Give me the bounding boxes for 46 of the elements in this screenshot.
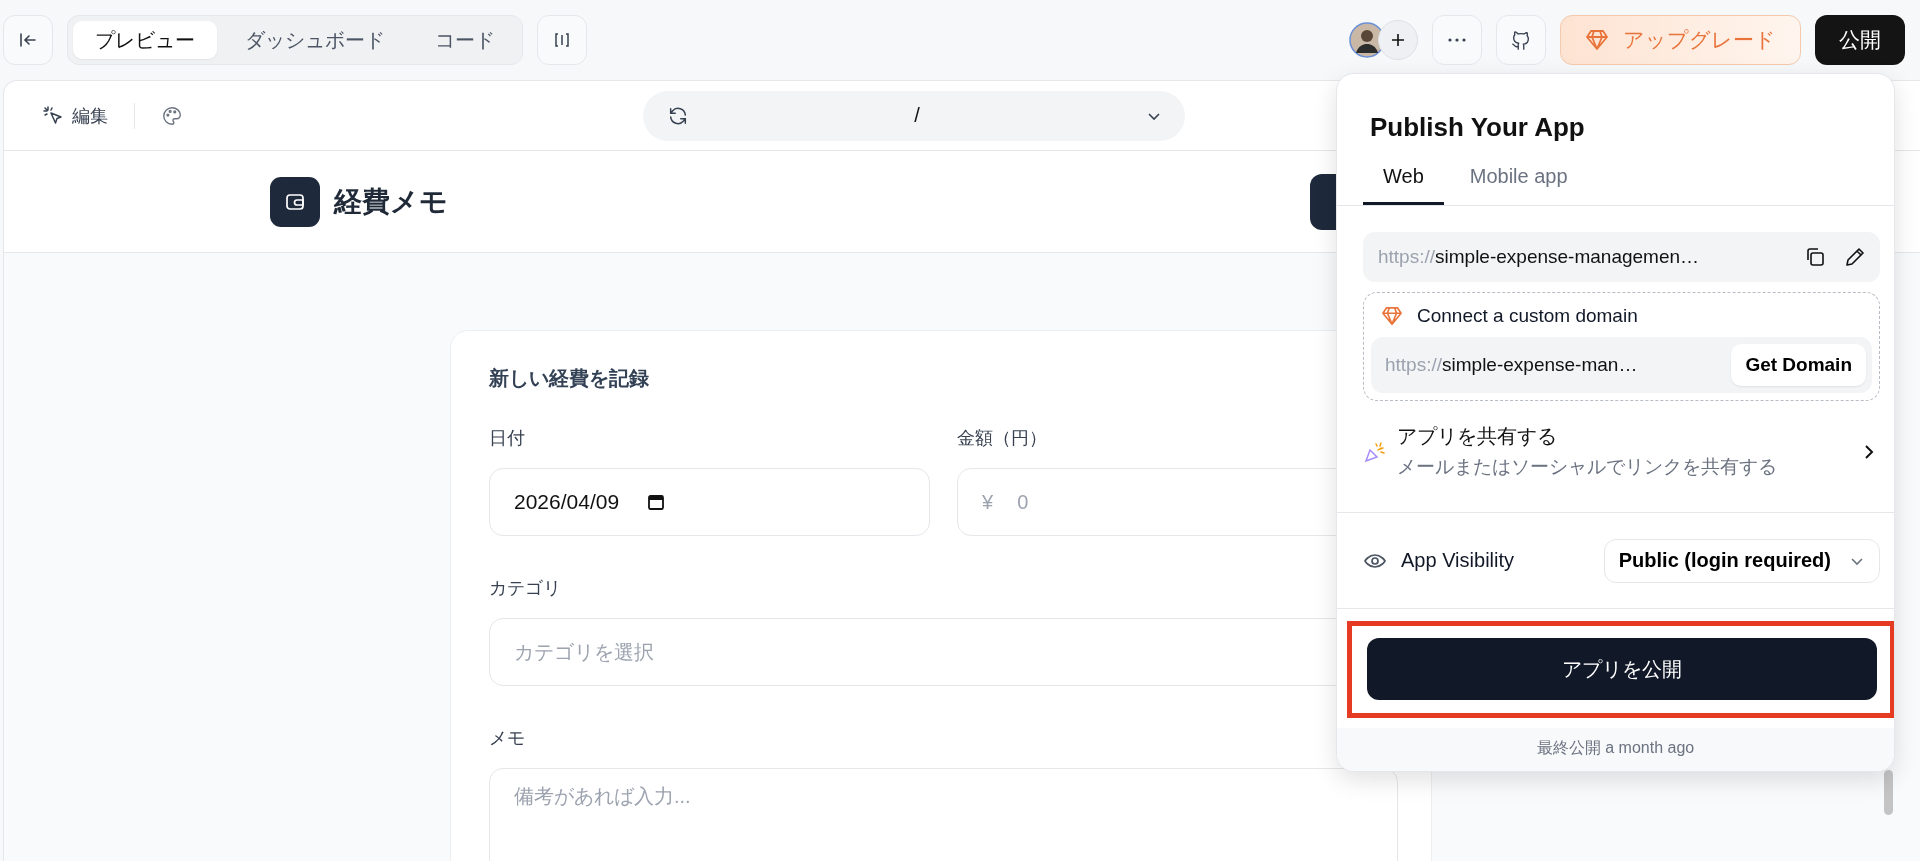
publish-app-button[interactable]: アプリを公開 <box>1367 638 1877 700</box>
custom-domain-title: Connect a custom domain <box>1417 305 1638 327</box>
popover-title: Publish Your App <box>1369 111 1586 143</box>
visibility-select[interactable]: Public (login required) <box>1603 538 1880 583</box>
copy-icon[interactable] <box>1804 246 1826 268</box>
pencil-icon[interactable] <box>1844 246 1866 268</box>
publish-tab[interactable]: Mobile app <box>1449 157 1588 205</box>
publish-button[interactable]: 公開 <box>1815 15 1905 65</box>
field-label: メモ <box>489 727 526 750</box>
plus-icon <box>1390 32 1406 48</box>
last-published-text: 最終公開 a month ago <box>1337 728 1894 771</box>
add-collaborator-button[interactable] <box>1378 20 1418 60</box>
field-label: 金額（円） <box>957 427 1048 450</box>
app-title: 経費メモ <box>334 184 448 219</box>
wallet-logo-icon <box>270 176 320 227</box>
share-title: アプリを共有する <box>1397 424 1558 449</box>
github-button[interactable] <box>1496 15 1546 65</box>
edit-button[interactable]: 編集 <box>42 103 108 128</box>
custom-domain-url: https://simple-expense-man… <box>1385 354 1639 376</box>
share-description: メールまたはソーシャルでリンクを共有する <box>1397 455 1778 479</box>
url-bar[interactable]: / <box>643 90 1185 141</box>
calendar-icon[interactable] <box>647 493 666 511</box>
diamond-icon <box>1585 29 1609 51</box>
scrollbar-thumb[interactable] <box>1884 770 1893 815</box>
field-label: 日付 <box>489 427 526 450</box>
more-icon <box>1447 37 1467 43</box>
collapse-sidebar-button[interactable] <box>3 15 53 65</box>
diamond-icon <box>1381 306 1403 326</box>
date-field[interactable]: 2026/04/09 <box>489 468 930 536</box>
publish-tab[interactable]: Web <box>1363 157 1444 205</box>
app-url-field[interactable]: https://simple-expense-managemen… <box>1363 232 1880 282</box>
view-tab[interactable]: ダッシュボード <box>223 21 407 59</box>
collapse-icon <box>18 30 38 50</box>
palette-icon[interactable] <box>161 104 183 127</box>
github-icon <box>1510 29 1532 51</box>
split-view-icon <box>552 30 572 50</box>
party-popper-icon <box>1363 439 1387 464</box>
field-label: カテゴリ <box>489 577 562 600</box>
view-tab[interactable]: プレビュー <box>73 21 217 59</box>
visibility-label: App Visibility <box>1401 549 1516 572</box>
cursor-sparkle-icon <box>42 104 64 127</box>
split-view-button[interactable] <box>537 15 587 65</box>
get-domain-button[interactable]: Get Domain <box>1731 344 1866 386</box>
view-tab[interactable]: コード <box>413 21 517 59</box>
url-path: / <box>914 104 920 127</box>
chevron-right-icon <box>1862 442 1876 461</box>
